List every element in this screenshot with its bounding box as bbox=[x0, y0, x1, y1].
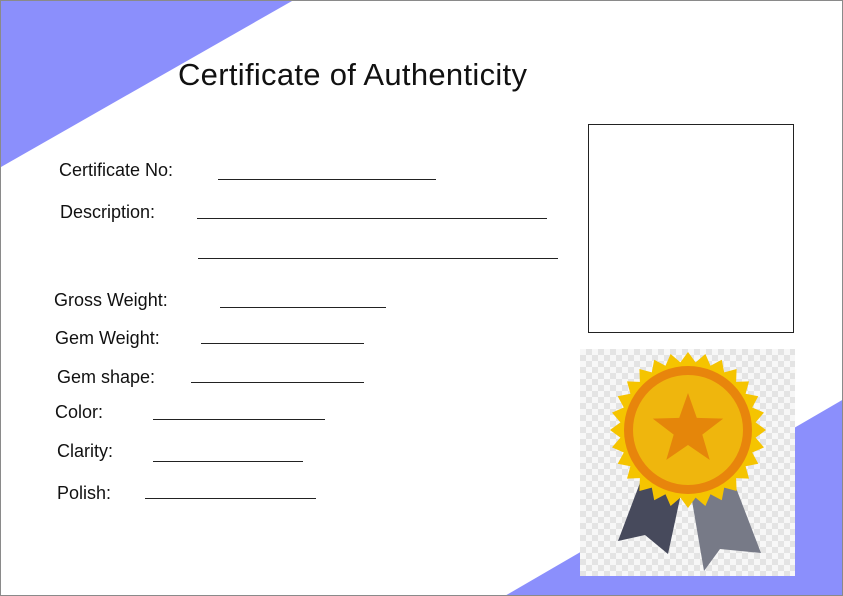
description-line-1 bbox=[197, 218, 547, 219]
description-line-2 bbox=[198, 258, 558, 259]
certificate-no-label: Certificate No: bbox=[59, 160, 174, 180]
gross-weight-label: Gross Weight: bbox=[54, 290, 168, 310]
color-label: Color: bbox=[55, 402, 104, 422]
clarity-line bbox=[153, 461, 303, 462]
gem-shape-label: Gem shape: bbox=[57, 367, 156, 387]
certificate-no-line bbox=[218, 179, 436, 180]
gross-weight-line bbox=[220, 307, 386, 308]
certificate-title: Certificate of Authenticity bbox=[178, 57, 528, 92]
gem-weight-line bbox=[201, 343, 364, 344]
gem-shape-line bbox=[191, 382, 364, 383]
color-line bbox=[153, 419, 325, 420]
gem-weight-label: Gem Weight: bbox=[55, 328, 160, 348]
badge-image bbox=[580, 349, 795, 576]
polish-label: Polish: bbox=[57, 483, 112, 503]
photo-frame bbox=[588, 124, 794, 333]
certificate-page: Certificate of Authenticity Certificate … bbox=[0, 0, 843, 596]
clarity-label: Clarity: bbox=[57, 441, 114, 461]
polish-line bbox=[145, 498, 316, 499]
award-ribbon-star-icon bbox=[610, 352, 766, 571]
description-label: Description: bbox=[60, 202, 156, 222]
